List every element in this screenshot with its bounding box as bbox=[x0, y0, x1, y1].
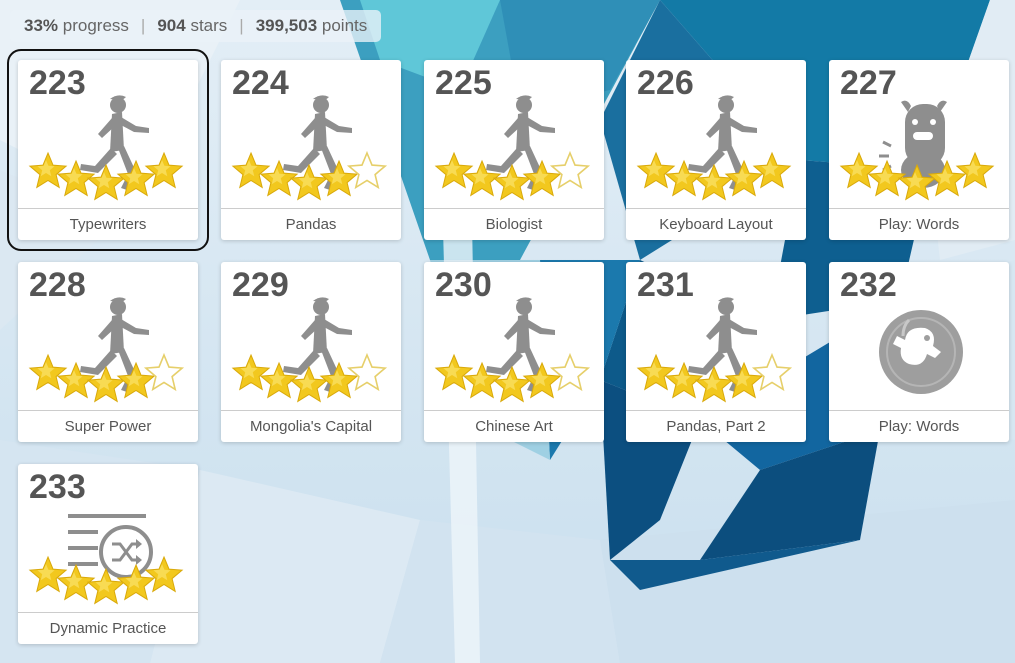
lesson-title: Dynamic Practice bbox=[49, 620, 167, 637]
lesson-title: Pandas bbox=[285, 216, 337, 233]
lesson-card-227[interactable]: 227 Play: Words bbox=[829, 60, 1009, 240]
lesson-number: 229 bbox=[232, 266, 289, 304]
lesson-title: Pandas, Part 2 bbox=[666, 418, 766, 435]
lesson-card-229[interactable]: 229 Mongolia's Capital bbox=[221, 262, 401, 442]
lesson-number: 223 bbox=[29, 64, 86, 102]
lesson-card-224[interactable]: 224 Pandas bbox=[221, 60, 401, 240]
lesson-title: Typewriters bbox=[69, 216, 147, 233]
star-empty-icon bbox=[346, 150, 388, 190]
stats-separator: | bbox=[239, 16, 244, 35]
lesson-title: Play: Words bbox=[878, 216, 960, 233]
lesson-card-225[interactable]: 225 Biologist bbox=[424, 60, 604, 240]
lesson-title: Play: Words bbox=[878, 418, 960, 435]
progress-stats-bar: 33% progress | 904 stars | 399,503 point… bbox=[10, 10, 382, 42]
lesson-card-230[interactable]: 230 Chinese Art bbox=[424, 262, 604, 442]
star-empty-icon bbox=[549, 150, 591, 190]
lesson-title: Super Power bbox=[64, 418, 152, 435]
stats-separator: | bbox=[140, 16, 146, 35]
lesson-card-228[interactable]: 228 Super Power bbox=[18, 262, 198, 442]
lesson-number: 232 bbox=[840, 266, 897, 304]
lesson-title: Mongolia's Capital bbox=[249, 418, 373, 435]
lesson-number: 233 bbox=[29, 468, 86, 506]
lesson-number: 226 bbox=[637, 64, 694, 102]
star-empty-icon bbox=[549, 352, 591, 392]
star-empty-icon bbox=[751, 352, 793, 392]
lesson-number: 225 bbox=[435, 64, 492, 102]
lesson-title: Keyboard Layout bbox=[659, 216, 773, 233]
lesson-card-231[interactable]: 231 Pandas, Part 2 bbox=[626, 262, 806, 442]
lesson-title: Chinese Art bbox=[475, 418, 553, 435]
lesson-number: 227 bbox=[840, 64, 897, 102]
star-empty-icon bbox=[346, 352, 388, 392]
lesson-card-233[interactable]: 233 Dynamic Practice bbox=[18, 464, 198, 644]
lesson-number: 224 bbox=[232, 64, 289, 102]
points-stat: 399,503 points bbox=[255, 16, 368, 35]
lesson-card-223[interactable]: 223 Typewriters bbox=[7, 49, 209, 251]
lesson-number: 230 bbox=[435, 266, 492, 304]
lesson-number: 228 bbox=[29, 266, 86, 304]
stars-stat: 904 stars bbox=[157, 16, 228, 35]
lesson-title: Biologist bbox=[485, 216, 543, 233]
lesson-card-226[interactable]: 226 Keyboard Layout bbox=[626, 60, 806, 240]
lesson-card-232[interactable]: 232 Play: Words bbox=[829, 262, 1009, 442]
star-empty-icon bbox=[143, 352, 185, 392]
lesson-number: 231 bbox=[637, 266, 694, 304]
progress-stat: 33% progress bbox=[24, 16, 129, 35]
